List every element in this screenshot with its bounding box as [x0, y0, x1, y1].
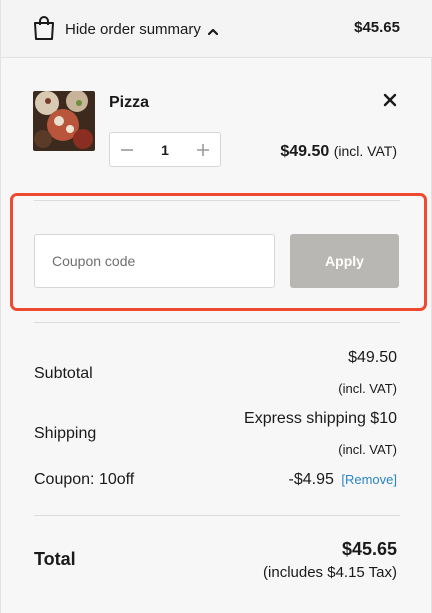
subtotal-value: $49.50	[348, 349, 397, 366]
order-summary-panel: Hide order summary $45.65 Pizza 1 $49.50…	[0, 0, 432, 613]
coupon-discount-value: -$4.95	[288, 471, 334, 488]
line-item-price-value: $49.50	[280, 143, 330, 160]
divider	[34, 322, 400, 323]
line-item-price: $49.50 (incl. VAT)	[280, 143, 397, 161]
total-label: Total	[34, 549, 76, 569]
hide-order-summary-toggle[interactable]: Hide order summary	[65, 18, 219, 40]
divider	[34, 515, 400, 516]
pizza-product-image	[33, 91, 95, 151]
subtotal-note: (incl. VAT)	[338, 381, 397, 396]
product-name: Pizza	[109, 94, 150, 111]
shipping-value: Express shipping $10	[244, 410, 397, 427]
increase-quantity-button[interactable]	[186, 133, 220, 166]
coupon-applied-label: Coupon: 10off	[34, 471, 135, 488]
quantity-stepper: 1	[109, 132, 221, 167]
total-value: $45.65	[341, 539, 397, 559]
header-order-total: $45.65	[354, 19, 400, 36]
coupon-discount: -$4.95 [Remove]	[289, 471, 397, 489]
chevron-up-icon	[207, 24, 219, 36]
remove-coupon-link[interactable]: [Remove]	[341, 472, 397, 487]
subtotal-label: Subtotal	[34, 365, 93, 382]
remove-item-close-icon[interactable]	[383, 93, 397, 107]
tax-note: (includes $4.15 Tax)	[263, 564, 397, 581]
decrease-quantity-button[interactable]	[110, 133, 144, 166]
order-summary-header: Hide order summary $45.65	[1, 0, 432, 58]
shopping-bag-icon	[33, 15, 55, 41]
toggle-label: Hide order summary	[65, 20, 201, 38]
coupon-section-highlight	[10, 193, 427, 311]
line-item-price-note: (incl. VAT)	[333, 143, 397, 159]
shipping-label: Shipping	[34, 425, 97, 442]
quantity-value[interactable]: 1	[161, 142, 169, 158]
shipping-note: (incl. VAT)	[338, 442, 397, 457]
